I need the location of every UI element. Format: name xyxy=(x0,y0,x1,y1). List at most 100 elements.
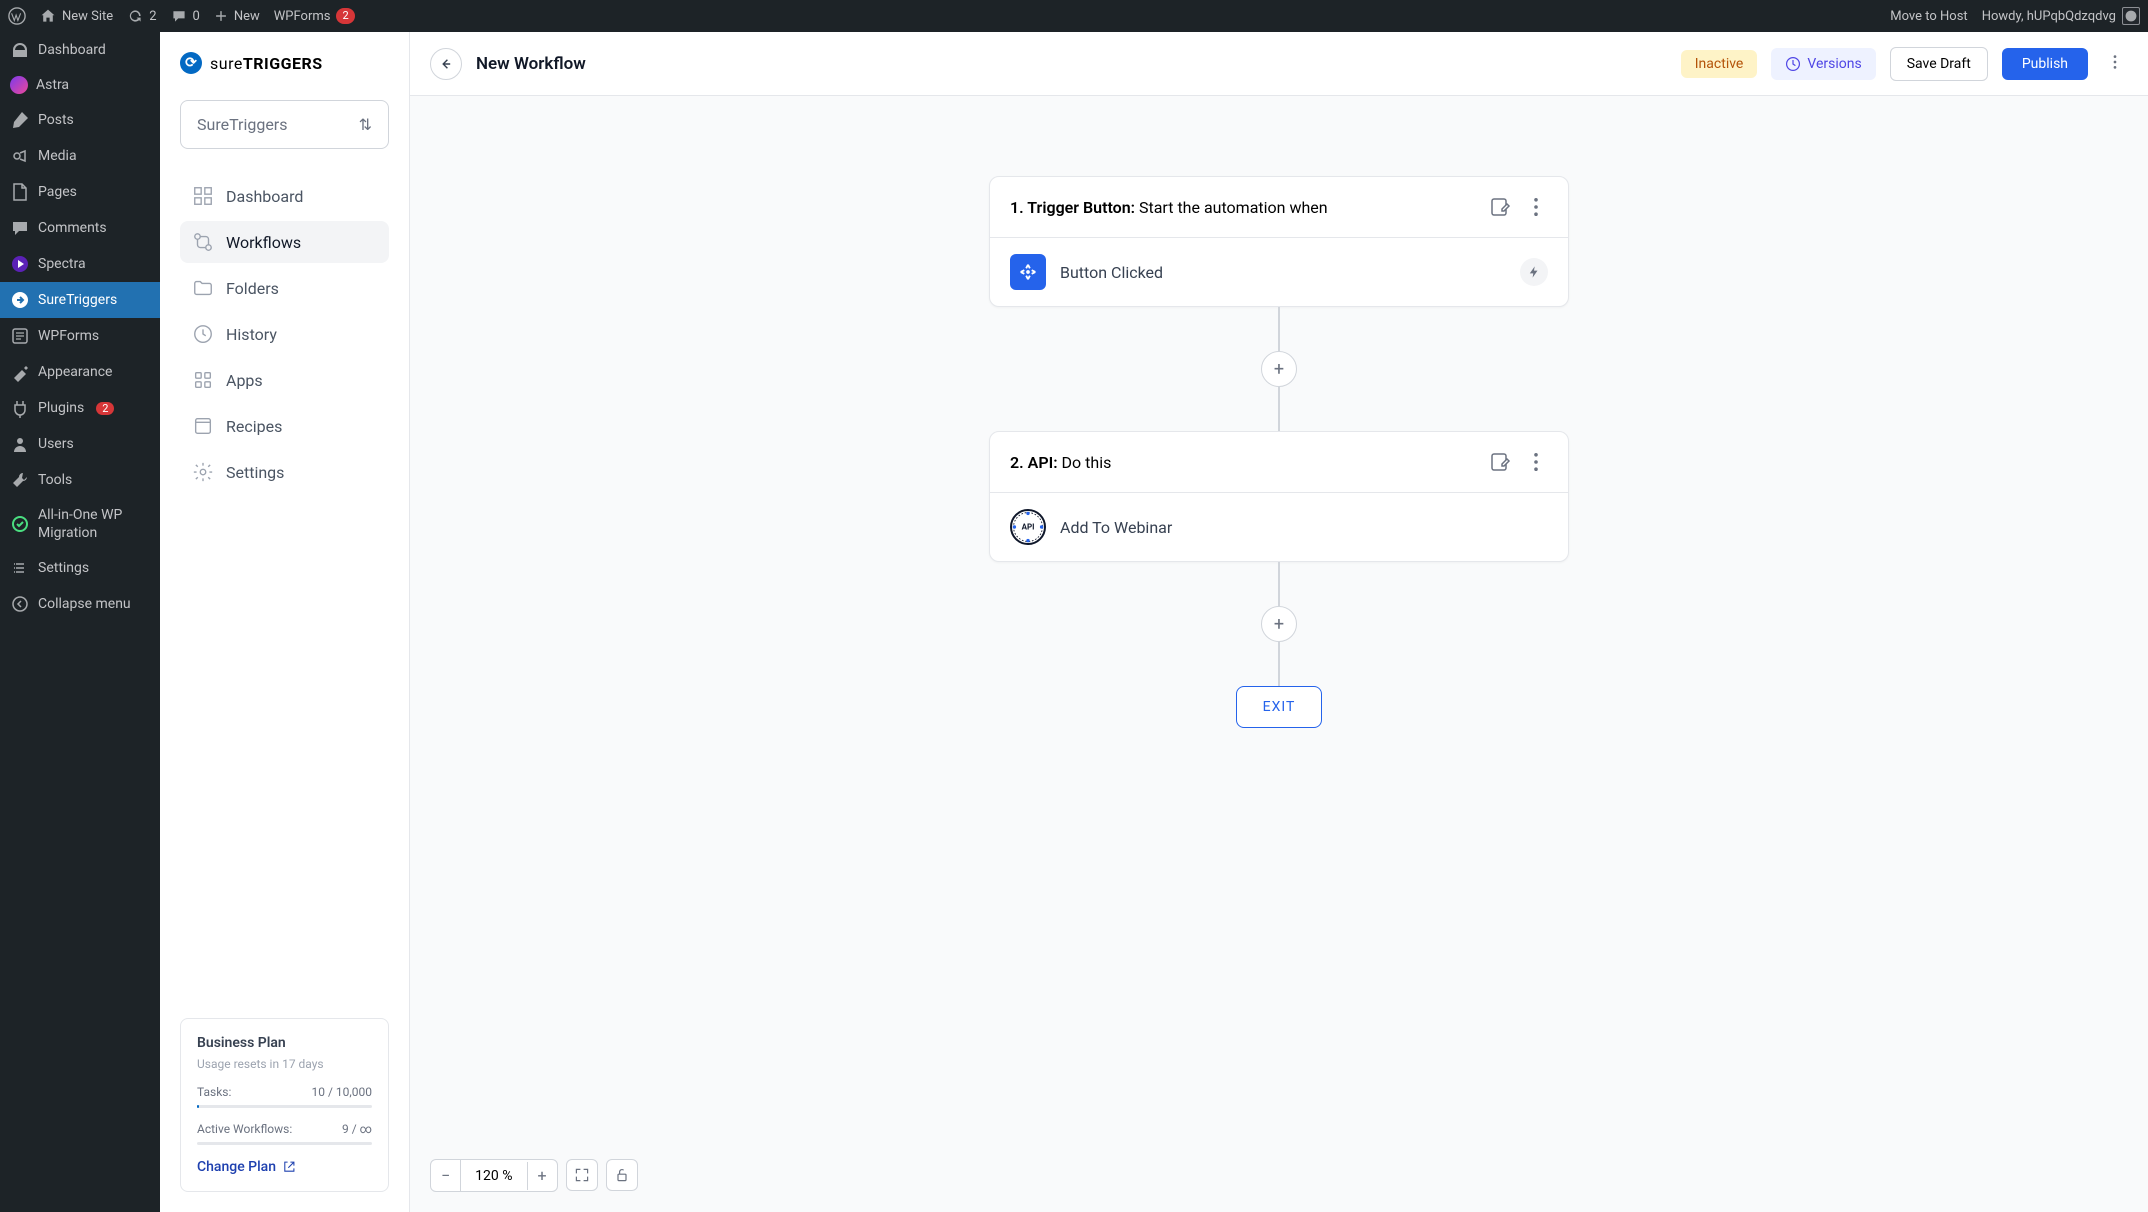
move-to-host[interactable]: Move to Host xyxy=(1890,9,1967,24)
publish-button[interactable]: Publish xyxy=(2002,48,2088,80)
menu-appearance[interactable]: Appearance xyxy=(0,354,160,390)
spectra-icon xyxy=(10,254,30,274)
zoom-in-button[interactable]: + xyxy=(528,1160,557,1191)
plan-subtitle: Usage resets in 17 days xyxy=(197,1057,372,1071)
workflow-canvas[interactable]: 1. Trigger Button: Start the automation … xyxy=(410,96,2148,1212)
edit-icon[interactable] xyxy=(1488,450,1512,474)
menu-comments[interactable]: Comments xyxy=(0,210,160,246)
zoom-out-button[interactable]: − xyxy=(431,1160,461,1191)
st-logo-icon: ⟳ xyxy=(180,52,202,74)
wp-logo[interactable] xyxy=(8,7,26,25)
workflow-topbar: New Workflow Inactive Versions Save Draf… xyxy=(410,32,2148,96)
plan-title: Business Plan xyxy=(197,1035,372,1051)
menu-wpforms[interactable]: WPForms xyxy=(0,318,160,354)
astra-icon xyxy=(10,76,28,94)
menu-pages[interactable]: Pages xyxy=(0,174,160,210)
canvas-area: New Workflow Inactive Versions Save Draf… xyxy=(410,32,2148,1212)
user-greeting[interactable]: Howdy, hUPqbQdzqdvg xyxy=(1982,7,2140,25)
workflows-progress xyxy=(197,1142,372,1145)
connector-line xyxy=(1278,642,1280,686)
workflows-label: Active Workflows: xyxy=(197,1122,292,1136)
plus-icon: + xyxy=(1274,359,1284,380)
updates-count[interactable]: 2 xyxy=(127,8,156,24)
api-card-title: 2. API: Do this xyxy=(1010,453,1476,472)
tasks-label: Tasks: xyxy=(197,1085,231,1099)
migration-icon xyxy=(10,514,30,534)
trigger-card[interactable]: 1. Trigger Button: Start the automation … xyxy=(989,176,1569,307)
versions-button[interactable]: Versions xyxy=(1771,48,1875,80)
menu-suretriggers[interactable]: SureTriggers xyxy=(0,282,160,318)
dots-vertical-icon xyxy=(2106,53,2124,71)
exit-button[interactable]: EXIT xyxy=(1236,686,1323,728)
plugins-badge: 2 xyxy=(96,402,114,415)
back-button[interactable] xyxy=(430,48,462,80)
connector-line xyxy=(1278,387,1280,431)
site-name[interactable]: New Site xyxy=(40,8,113,24)
clock-icon xyxy=(1785,56,1801,72)
plan-card: Business Plan Usage resets in 17 days Ta… xyxy=(180,1018,389,1192)
st-nav-settings[interactable]: Settings xyxy=(180,451,389,493)
menu-media[interactable]: Media xyxy=(0,138,160,174)
api-app-icon xyxy=(1010,509,1046,545)
change-plan-link[interactable]: Change Plan xyxy=(197,1159,372,1175)
wp-admin-sidebar: Dashboard Astra Posts Media Pages Commen… xyxy=(0,32,160,1212)
menu-tools[interactable]: Tools xyxy=(0,462,160,498)
menu-plugins[interactable]: Plugins2 xyxy=(0,390,160,426)
workflows-value: 9 / ∞ xyxy=(342,1122,372,1136)
tasks-value: 10 / 10,000 xyxy=(312,1085,372,1099)
menu-settings[interactable]: Settings xyxy=(0,550,160,586)
suretriggers-panel: ⟳ sureTRIGGERS SureTriggers ⇅ Dashboard … xyxy=(160,32,410,1212)
dots-vertical-icon[interactable] xyxy=(1524,450,1548,474)
chevron-updown-icon: ⇅ xyxy=(359,115,372,134)
unlock-icon xyxy=(614,1167,630,1183)
wpforms-bar-badge: 2 xyxy=(336,8,354,24)
st-nav-history[interactable]: History xyxy=(180,313,389,355)
dots-vertical-icon[interactable] xyxy=(1524,195,1548,219)
fit-screen-button[interactable] xyxy=(566,1159,598,1191)
trigger-action-label: Button Clicked xyxy=(1060,263,1163,282)
add-step-button[interactable]: + xyxy=(1261,351,1297,387)
st-nav-dashboard[interactable]: Dashboard xyxy=(180,175,389,217)
connector-line xyxy=(1278,562,1280,606)
zoom-value: 120 % xyxy=(461,1162,527,1190)
api-card[interactable]: 2. API: Do this Add To Webinar xyxy=(989,431,1569,562)
arrow-left-icon xyxy=(439,57,453,71)
st-nav-apps[interactable]: Apps xyxy=(180,359,389,401)
plus-icon: + xyxy=(1274,614,1284,635)
status-badge: Inactive xyxy=(1681,50,1758,78)
workspace-dropdown[interactable]: SureTriggers ⇅ xyxy=(180,100,389,149)
trigger-card-title: 1. Trigger Button: Start the automation … xyxy=(1010,198,1476,217)
more-menu[interactable] xyxy=(2102,49,2128,79)
st-nav-folders[interactable]: Folders xyxy=(180,267,389,309)
workflow-title[interactable]: New Workflow xyxy=(476,54,1667,74)
external-link-icon xyxy=(282,1160,296,1174)
trigger-app-icon xyxy=(1010,254,1046,290)
wpforms-bar[interactable]: WPForms2 xyxy=(274,8,355,24)
bolt-icon xyxy=(1527,265,1541,279)
collapse-menu[interactable]: Collapse menu xyxy=(0,586,160,622)
suretriggers-icon xyxy=(10,290,30,310)
menu-users[interactable]: Users xyxy=(0,426,160,462)
tasks-progress xyxy=(197,1105,372,1108)
expand-icon xyxy=(574,1167,590,1183)
avatar-icon xyxy=(2122,7,2140,25)
connector-line xyxy=(1278,307,1280,351)
comments-count[interactable]: 0 xyxy=(171,8,200,24)
save-draft-button[interactable]: Save Draft xyxy=(1890,47,1988,81)
menu-astra[interactable]: Astra xyxy=(0,68,160,102)
trigger-bolt-button[interactable] xyxy=(1520,258,1548,286)
edit-icon[interactable] xyxy=(1488,195,1512,219)
menu-spectra[interactable]: Spectra xyxy=(0,246,160,282)
wp-admin-bar: New Site 2 0 New WPForms2 Move to Host H… xyxy=(0,0,2148,32)
st-brand: ⟳ sureTRIGGERS xyxy=(180,52,389,74)
new-content[interactable]: New xyxy=(214,9,260,24)
lock-canvas-button[interactable] xyxy=(606,1159,638,1191)
api-action-label: Add To Webinar xyxy=(1060,518,1172,537)
st-nav-workflows[interactable]: Workflows xyxy=(180,221,389,263)
menu-posts[interactable]: Posts xyxy=(0,102,160,138)
menu-dashboard[interactable]: Dashboard xyxy=(0,32,160,68)
st-nav-recipes[interactable]: Recipes xyxy=(180,405,389,447)
menu-migration[interactable]: All-in-One WP Migration xyxy=(0,498,160,550)
add-step-button[interactable]: + xyxy=(1261,606,1297,642)
zoom-controls: − 120 % + xyxy=(430,1159,638,1192)
